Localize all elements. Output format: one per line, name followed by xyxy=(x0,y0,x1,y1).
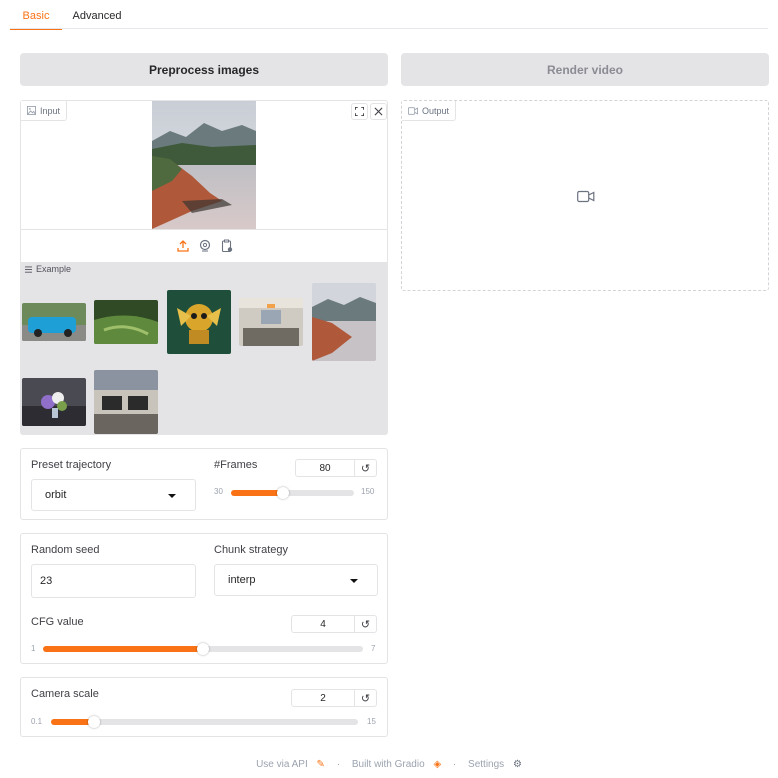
gradio-logo-icon: ◈ xyxy=(433,759,442,770)
example-thumbnail[interactable] xyxy=(22,378,86,426)
camera-panel: Camera scale 2 ↺ 0.1 15 xyxy=(20,677,388,737)
preset-trajectory-label: Preset trajectory xyxy=(31,459,112,471)
tab-basic[interactable]: Basic xyxy=(10,4,62,30)
input-image-panel: Input Example xyxy=(20,100,388,435)
render-video-button[interactable]: Render video xyxy=(401,53,769,86)
frames-label: #Frames xyxy=(214,459,258,471)
cfg-slider-fill xyxy=(43,646,203,652)
example-thumbnail[interactable] xyxy=(167,290,231,354)
cfg-slider[interactable] xyxy=(43,643,363,655)
input-source-bar xyxy=(21,229,387,230)
trajectory-panel: Preset trajectory orbit #Frames 80 ↺ 30 … xyxy=(20,448,388,520)
input-label: Input xyxy=(21,101,68,121)
use-via-api-link[interactable]: Use via API ✎ xyxy=(253,759,328,770)
fullscreen-icon[interactable] xyxy=(351,103,368,120)
chunk-strategy-dropdown[interactable]: interp xyxy=(214,564,378,596)
camera-scale-reset-icon[interactable]: ↺ xyxy=(355,689,377,707)
video-icon xyxy=(408,106,418,115)
chunk-strategy-label: Chunk strategy xyxy=(214,544,288,556)
clipboard-icon[interactable] xyxy=(220,239,234,253)
frames-max-label: 150 xyxy=(361,487,375,496)
example-thumbnail[interactable] xyxy=(312,283,376,361)
cfg-slider-handle[interactable] xyxy=(197,643,209,655)
close-icon[interactable] xyxy=(370,103,387,120)
tab-advanced[interactable]: Advanced xyxy=(66,4,128,30)
frames-slider-handle[interactable] xyxy=(276,487,289,499)
camera-scale-slider-handle[interactable] xyxy=(87,716,100,728)
frames-slider-fill xyxy=(231,490,283,496)
frames-number-group: 80 ↺ xyxy=(295,459,377,477)
cfg-min-label: 1 xyxy=(31,644,36,653)
example-thumbnail[interactable] xyxy=(94,300,158,344)
cfg-reset-icon[interactable]: ↺ xyxy=(355,615,377,633)
chevron-down-icon xyxy=(168,494,176,498)
rocket-icon: ✎ xyxy=(316,759,325,770)
camera-scale-slider[interactable] xyxy=(51,716,358,728)
cfg-max-label: 7 xyxy=(371,644,376,653)
image-icon xyxy=(27,106,36,115)
frames-reset-icon[interactable]: ↺ xyxy=(355,459,377,477)
output-label: Output xyxy=(402,101,457,121)
uploaded-image xyxy=(152,101,256,229)
settings-link[interactable]: Settings ⚙ xyxy=(465,759,525,770)
camera-scale-number-group: 2 ↺ xyxy=(291,689,377,707)
cfg-number-group: 4 ↺ xyxy=(291,615,377,633)
example-thumbnail[interactable] xyxy=(94,370,158,434)
output-video-panel: Output xyxy=(401,100,769,291)
camera-scale-min-label: 0.1 xyxy=(31,717,43,726)
frames-slider[interactable] xyxy=(231,487,354,499)
webcam-icon[interactable] xyxy=(198,239,212,253)
camera-scale-number-input[interactable]: 2 xyxy=(291,689,355,707)
camera-scale-max-label: 15 xyxy=(367,717,376,726)
preset-trajectory-dropdown[interactable]: orbit xyxy=(31,479,196,511)
footer: Use via API ✎ · Built with Gradio ◈ · Se… xyxy=(0,759,778,770)
footer-separator: · xyxy=(336,759,341,770)
cfg-value-label: CFG value xyxy=(31,616,84,628)
example-thumbnail[interactable] xyxy=(239,298,303,346)
frames-number-input[interactable]: 80 xyxy=(295,459,355,477)
cfg-number-input[interactable]: 4 xyxy=(291,615,355,633)
examples-gallery: Example xyxy=(21,262,387,435)
list-icon xyxy=(25,265,32,273)
tab-divider xyxy=(10,28,768,29)
frames-min-label: 30 xyxy=(214,487,223,496)
random-seed-label: Random seed xyxy=(31,544,100,556)
gear-icon: ⚙ xyxy=(512,759,522,770)
built-with-gradio-link[interactable]: Built with Gradio ◈ xyxy=(349,759,444,770)
sampling-panel: Random seed 23 Chunk strategy interp CFG… xyxy=(20,533,388,664)
examples-header: Example xyxy=(25,264,71,274)
chevron-down-icon xyxy=(350,579,358,583)
upload-icon[interactable] xyxy=(176,239,190,253)
camera-scale-label: Camera scale xyxy=(31,688,99,700)
footer-separator: · xyxy=(452,759,457,770)
example-thumbnail[interactable] xyxy=(22,303,86,341)
random-seed-input[interactable]: 23 xyxy=(31,564,196,598)
preprocess-images-button[interactable]: Preprocess images xyxy=(20,53,388,86)
video-camera-icon xyxy=(577,190,595,203)
